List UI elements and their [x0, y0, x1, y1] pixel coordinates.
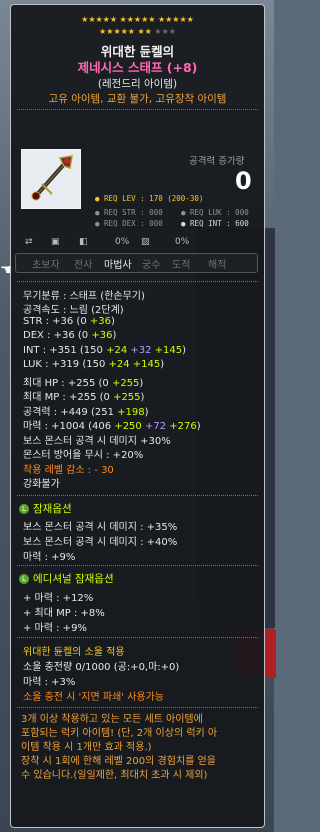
- item-tooltip: ★★★★★ ★★★★★ ★★★★★ ★★★★★ ★★ ★★★ 위대한 듄켈의 제…: [10, 4, 265, 828]
- stat-hp: 최대 HP : +255 (0 +255): [23, 378, 144, 389]
- stat-attack: 공격력 : +449 (251 +198): [23, 407, 149, 418]
- item-grade: (레전드리 아이템): [97, 78, 178, 90]
- req-str: ● REQ STR : 000: [95, 208, 163, 217]
- shield-icon: ▨: [141, 237, 150, 247]
- additional-line: + 마력 : +12%: [23, 593, 94, 604]
- divider: [17, 637, 258, 638]
- attack-increase-label: 공격력 증가량: [189, 156, 245, 167]
- stat-int: INT : +351 (150 +24 +32 +145): [23, 345, 187, 356]
- additional-grade-icon: L: [19, 574, 29, 584]
- stat-dex: DEX : +36 (0 +36): [23, 330, 117, 341]
- soul-skill: 소울 충전 시 '지면 파쇄' 사용가능: [23, 692, 164, 703]
- divider: [17, 109, 258, 110]
- divider: [17, 707, 258, 708]
- attack-increase-value: 0: [235, 167, 252, 195]
- stat-enhance: 강화불가: [23, 479, 60, 490]
- job-warrior: 전사: [74, 260, 93, 271]
- additional-line: + 마력 : +9%: [23, 623, 87, 634]
- job-pirate: 해적: [208, 260, 227, 271]
- item-description: 3개 이상 착용하고 있는 모든 세트 아이템에 포함되는 럭키 아이템! (단…: [21, 714, 218, 781]
- potential-line: 보스 몬스터 공격 시 데미지 : +35%: [23, 522, 178, 533]
- divider: [17, 281, 258, 282]
- job-class-bar: 초보자 전사 마법사 궁수 도적 해적: [15, 253, 258, 273]
- soul-title: 위대한 듄켈의 소울 적용: [23, 647, 125, 658]
- job-beginner: 초보자: [32, 260, 60, 271]
- req-int: ● REQ INT : 600: [181, 219, 249, 228]
- item-tags: 고유 아이템, 교환 불가, 고유장착 아이템: [48, 93, 227, 105]
- job-archer: 궁수: [142, 260, 161, 271]
- potential-line: 보스 몬스터 공격 시 데미지 : +40%: [23, 537, 178, 548]
- star-force-row-1: ★★★★★ ★★★★★ ★★★★★: [81, 15, 194, 24]
- item-icon: [21, 149, 81, 209]
- stat-ignore-defense: 몬스터 방어율 무시 : +20%: [23, 450, 144, 461]
- stat-luk: LUK : +319 (150 +24 +145): [23, 359, 165, 370]
- item-name-line2: 제네시스 스태프 (+8): [77, 60, 198, 75]
- potential-grade-icon: L: [19, 504, 29, 514]
- job-thief: 도적: [172, 260, 191, 271]
- flag-pct-1: 0%: [115, 237, 130, 247]
- potential-title: L 잠재옵션: [19, 501, 72, 516]
- divider: [17, 495, 258, 496]
- star-force-row-2: ★★★★★ ★★ ★★★: [99, 27, 176, 36]
- stat-speed: 공격속도 : 느림 (2단계): [23, 305, 124, 316]
- req-luk: ● REQ LUK : 000: [181, 208, 249, 217]
- bag-icon: ◧: [79, 237, 88, 247]
- flag-pct-2: 0%: [175, 237, 190, 247]
- soul-charge: 소울 충전량 0/1000 (공:+0,마:+0): [23, 662, 180, 673]
- item-flags-row: ⇄ ▣ ◧ 0% ▨ 0%: [25, 237, 257, 249]
- additional-title: L 에디셔널 잠재옵션: [19, 571, 114, 586]
- stat-category: 무기분류 : 스태프 (한손무기): [23, 291, 145, 302]
- trade-icon: ⇄: [25, 237, 33, 247]
- potential-line: 마력 : +9%: [23, 552, 76, 563]
- req-dex: ● REQ DEX : 000: [95, 219, 163, 228]
- job-magician: 마법사: [104, 260, 132, 271]
- stat-str: STR : +36 (0 +36): [23, 316, 115, 327]
- stat-boss-damage: 보스 몬스터 공격 시 데미지 +30%: [23, 436, 171, 447]
- additional-line: + 최대 MP : +8%: [23, 608, 105, 619]
- soul-stat: 마력 : +3%: [23, 677, 76, 688]
- req-level: ● REQ LEV : 170 (200-30): [95, 194, 204, 203]
- lock-icon: ▣: [51, 237, 60, 247]
- staff-icon: [31, 155, 73, 201]
- stat-mp: 최대 MP : +255 (0 +255): [23, 392, 145, 403]
- divider: [17, 565, 258, 566]
- stat-req-level-reduce: 착용 레벨 감소 : - 30: [23, 465, 114, 476]
- stat-magic: 마력 : +1004 (406 +250 +72 +276): [23, 421, 201, 432]
